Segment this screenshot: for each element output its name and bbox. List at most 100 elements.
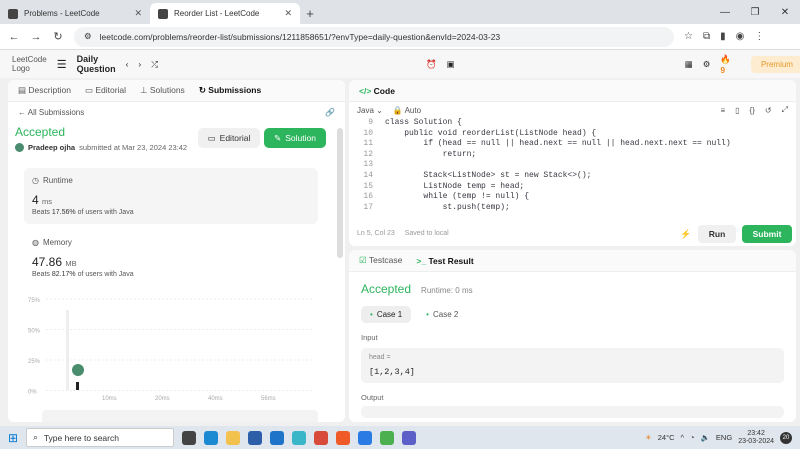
- x-tick-label: 20ms: [155, 396, 170, 402]
- store-icon[interactable]: [248, 430, 263, 445]
- url-bar[interactable]: ⚙ leetcode.com/problems/reorder-list/sub…: [74, 26, 674, 47]
- tab-label: Solutions: [149, 85, 185, 95]
- prev-problem-icon[interactable]: ‹: [126, 59, 129, 69]
- profile-icon[interactable]: ◉: [736, 31, 745, 42]
- file-explorer-icon[interactable]: [226, 430, 241, 445]
- code-tab[interactable]: </> Code: [359, 86, 395, 96]
- minimize-button[interactable]: —: [710, 7, 740, 18]
- bar-0: [66, 310, 69, 390]
- result-body: Accepted Runtime: 0 ms • Case 1 • Case 2 I…: [349, 272, 796, 422]
- restore-button[interactable]: ❐: [740, 7, 770, 18]
- app-icon[interactable]: [292, 430, 307, 445]
- solution-button[interactable]: ✎ Solution: [264, 128, 326, 148]
- next-problem-icon[interactable]: ›: [138, 59, 141, 69]
- forward-icon[interactable]: →: [30, 31, 42, 43]
- memory-number: 47.86: [32, 255, 63, 269]
- all-submissions-link[interactable]: ← All Submissions: [18, 108, 84, 117]
- sidebar-icon[interactable]: ▮: [720, 31, 726, 42]
- runtime-label: ◷ Runtime: [32, 176, 310, 185]
- brave-icon[interactable]: [336, 430, 351, 445]
- layout-icon[interactable]: ▦: [685, 59, 693, 70]
- language-select[interactable]: Java ⌄: [357, 106, 383, 115]
- runtime-card[interactable]: ◷ Runtime 4 ms Beats 17.56% of users with…: [24, 168, 318, 224]
- memory-section[interactable]: ◍ Memory 47.86 MB Beats 82.17% of users w…: [32, 238, 318, 278]
- reset-icon[interactable]: ↺: [765, 106, 772, 115]
- code-line: 9 class Solution {: [349, 118, 796, 129]
- input-value: [1,2,3,4]: [369, 367, 415, 377]
- run-button[interactable]: Run: [698, 225, 736, 243]
- memory-beats: Beats 82.17% of users with Java: [32, 271, 318, 278]
- daily-question-link[interactable]: Daily Question: [77, 54, 116, 74]
- clock[interactable]: 23:42 23-03-2024: [738, 430, 774, 446]
- tab-testcase[interactable]: ☑ Testcase: [359, 255, 402, 266]
- mail-icon[interactable]: [270, 430, 285, 445]
- close-tab-icon[interactable]: ✕: [134, 8, 142, 19]
- x-tick-label: 40ms: [208, 396, 223, 402]
- tab-submissions[interactable]: ↻ Submissions: [199, 85, 261, 96]
- wifi-icon[interactable]: ◔: [690, 433, 695, 442]
- debug-icon[interactable]: ⏰: [426, 59, 437, 70]
- reload-icon[interactable]: ↻: [52, 30, 64, 43]
- date: 23-03-2024: [738, 437, 774, 445]
- notification-icon[interactable]: 20: [780, 431, 792, 444]
- case-tab-1[interactable]: • Case 1: [361, 306, 412, 323]
- case-tab-2[interactable]: • Case 2: [417, 306, 467, 323]
- code-line: 16 while (temp != null) {: [349, 192, 796, 203]
- leetcode-logo[interactable]: LeetCode Logo: [12, 55, 47, 73]
- fullscreen-icon[interactable]: ⤢: [782, 105, 788, 115]
- tab-editorial[interactable]: ▭ Editorial: [85, 85, 126, 96]
- back-icon[interactable]: ←: [8, 31, 20, 43]
- debug-run-icon[interactable]: ⚡: [680, 229, 691, 240]
- edge-icon[interactable]: [204, 430, 219, 445]
- shuffle-icon[interactable]: ⤮: [151, 59, 158, 70]
- windows-start-icon[interactable]: ⊞: [8, 431, 18, 445]
- beats-pre: Beats: [32, 271, 50, 278]
- code-line: 12 return;: [349, 150, 796, 161]
- app-blue-icon[interactable]: [358, 430, 373, 445]
- line-text: class Solution {: [385, 118, 462, 127]
- editorial-button[interactable]: ▭ Editorial: [198, 128, 260, 148]
- clock-icon: ◷: [32, 176, 39, 185]
- bookmark-star-icon[interactable]: ☆: [684, 31, 693, 42]
- window-controls: — ❐ ✕: [710, 0, 800, 24]
- browser-tab-reorder-list[interactable]: Reorder List - LeetCode ✕: [150, 3, 300, 24]
- tab-label: Testcase: [368, 255, 403, 265]
- list-icon[interactable]: ☰: [57, 58, 67, 71]
- chevron-up-icon[interactable]: ^: [681, 433, 685, 442]
- x-tick-label: 10ms: [102, 396, 117, 402]
- link-icon[interactable]: 🔗: [325, 108, 335, 117]
- bookmark-icon[interactable]: ▯: [735, 106, 739, 115]
- scrollbar-track[interactable]: [337, 128, 343, 258]
- menu-icon[interactable]: ⋮: [754, 31, 764, 42]
- task-view-icon[interactable]: [182, 430, 197, 445]
- pdf-icon[interactable]: [314, 430, 329, 445]
- premium-button[interactable]: Premium: [750, 55, 800, 73]
- volume-icon[interactable]: 🔈: [701, 433, 710, 442]
- browser-tab-problems[interactable]: Problems - LeetCode ✕: [0, 3, 150, 24]
- new-tab-button[interactable]: +: [300, 3, 320, 24]
- site-info-icon[interactable]: ⚙: [84, 31, 92, 42]
- extensions-icon[interactable]: ⧉: [703, 31, 710, 42]
- code-icon: </>: [359, 85, 372, 96]
- submit-button[interactable]: Submit: [742, 225, 792, 243]
- chrome-icon[interactable]: [380, 430, 395, 445]
- format-icon[interactable]: ≡: [720, 106, 725, 115]
- close-tab-icon[interactable]: ✕: [284, 8, 292, 19]
- code-editor[interactable]: 9 class Solution {10 public void reorderL…: [349, 118, 796, 213]
- braces-icon[interactable]: {}: [750, 106, 755, 115]
- left-tab-bar: ▤ Description ▭ Editorial ⊥ Solutions ↻ …: [8, 80, 345, 102]
- language-indicator[interactable]: ENG: [716, 433, 732, 442]
- teams-icon[interactable]: [402, 430, 417, 445]
- tab-description[interactable]: ▤ Description: [18, 85, 71, 96]
- tab-solutions[interactable]: ⊥ Solutions: [140, 85, 185, 96]
- weather-icon[interactable]: ☀: [645, 433, 652, 442]
- tab-test-result[interactable]: >_ Test Result: [416, 256, 473, 266]
- streak-counter[interactable]: 🔥9: [720, 54, 731, 75]
- result-tab-bar: ☑ Testcase >_ Test Result: [349, 250, 796, 272]
- close-window-button[interactable]: ✕: [770, 7, 800, 18]
- temperature[interactable]: 24°C: [658, 433, 675, 442]
- notes-icon[interactable]: ▣: [447, 59, 455, 70]
- settings-gear-icon[interactable]: ⚙: [703, 59, 711, 70]
- author-name[interactable]: Pradeep ojha: [28, 143, 75, 152]
- taskbar-search[interactable]: ⌕ Type here to search: [26, 428, 175, 447]
